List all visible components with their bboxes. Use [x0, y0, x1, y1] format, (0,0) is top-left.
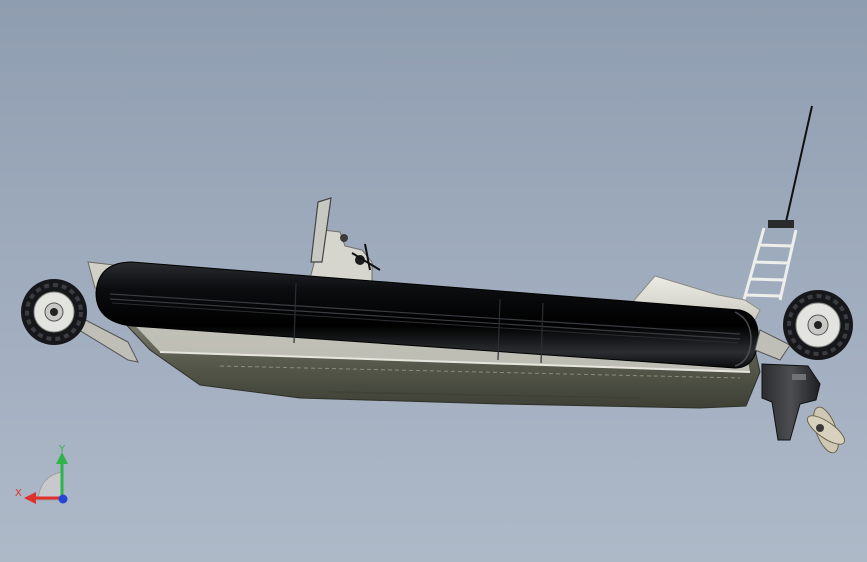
rear-wheel [754, 290, 853, 361]
x-axis-label: X [15, 488, 22, 499]
antenna [768, 105, 813, 228]
axis-triad[interactable]: Y X [15, 444, 68, 504]
steering-console [307, 197, 381, 291]
outboard-motor [761, 363, 846, 454]
x-axis-head [24, 492, 36, 504]
cad-viewport[interactable]: Y X [0, 0, 867, 562]
radar-arch [742, 227, 798, 301]
y-axis-label: Y [58, 444, 66, 455]
z-axis-dot [58, 494, 68, 504]
triad-plane [37, 471, 63, 501]
boat-model-view: Y X [15, 105, 853, 504]
